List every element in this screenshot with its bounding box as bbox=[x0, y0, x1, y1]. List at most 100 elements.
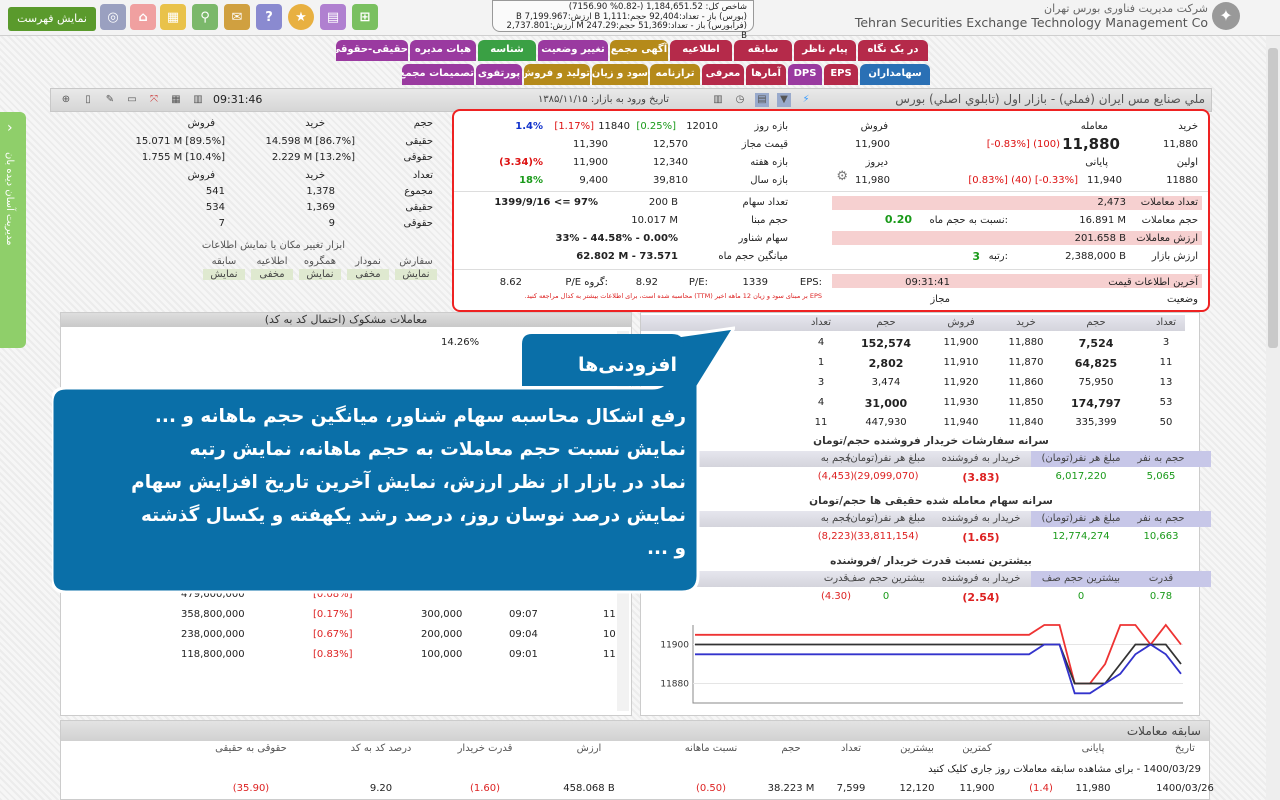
tab-5[interactable]: تغییر وضعیت bbox=[538, 40, 608, 61]
tool-label[interactable]: اطلاعیه bbox=[251, 256, 293, 267]
tool-toggle[interactable]: مخفی bbox=[251, 269, 293, 280]
callout-line: نمایش درصد نوسان روز، درصد رشد یکهفته و … bbox=[140, 505, 686, 526]
pe-label: P/E: bbox=[688, 277, 708, 288]
day-range-high: 11840 bbox=[598, 121, 630, 132]
tool-label[interactable]: سابقه bbox=[203, 256, 245, 267]
tab2-3[interactable]: آمارها bbox=[746, 64, 786, 85]
home-icon[interactable]: ⌂ bbox=[130, 4, 156, 30]
tool-label[interactable]: همگروه bbox=[299, 256, 341, 267]
tab2-1[interactable]: EPS bbox=[824, 64, 858, 85]
row-label: حقوقی bbox=[403, 218, 433, 229]
row-label: حقوقی bbox=[403, 152, 433, 163]
new-icon[interactable]: ★ bbox=[288, 4, 314, 30]
buyer_power-title: سرانه سفارشات خریدار فروشنده حجم/تومان bbox=[813, 435, 1049, 447]
tse-logo-icon: ✦ bbox=[1212, 2, 1240, 30]
tool-toggle[interactable]: نمایش bbox=[203, 269, 245, 280]
lightning-icon[interactable]: ⚡ bbox=[799, 93, 813, 107]
buyer_power-header-cell: حجم به bbox=[820, 453, 852, 464]
side-panel[interactable]: › مدیریت آسان دیده بان bbox=[0, 112, 26, 348]
brand-fa: شرکت مدیریت فناوری بورس تهران bbox=[1044, 2, 1208, 15]
trade-pct: [0.67%] bbox=[313, 629, 353, 640]
history-header: نسبت ماهانه bbox=[684, 743, 738, 754]
search-icon[interactable]: ⚲ bbox=[192, 4, 218, 30]
trade-history: سابقه معاملات تاریخ پایانی کمترین بیشترین تع… bbox=[60, 720, 1214, 800]
allowed-high: 11,390 bbox=[573, 139, 608, 150]
tab2-6[interactable]: سود و زیان bbox=[592, 64, 648, 85]
tab-6[interactable]: شناسه bbox=[478, 40, 536, 61]
settings-icon[interactable]: ⚙ bbox=[836, 169, 848, 184]
instrument-info-panel: خرید معامله فروش بازه روز 12010 [0.25%] … bbox=[452, 109, 1210, 312]
zoom-in-icon[interactable]: ⊕ bbox=[59, 93, 73, 107]
order-cell: 4 bbox=[817, 397, 825, 408]
real_per-value: (1.65) bbox=[962, 531, 1000, 544]
tab2-2[interactable]: DPS bbox=[788, 64, 822, 85]
chevron-right-icon[interactable]: › bbox=[7, 120, 13, 136]
allowed-label: قیمت مجاز bbox=[741, 139, 788, 150]
table-icon[interactable]: ▦ bbox=[169, 93, 183, 107]
trade-qty: 200,000 bbox=[421, 629, 463, 640]
tab-7[interactable]: هیات مدیره bbox=[410, 40, 476, 61]
history-icon[interactable]: ◷ bbox=[733, 93, 747, 107]
tab2-0[interactable]: سهامداران bbox=[860, 64, 930, 85]
tab-8[interactable]: حقیقی-حقوقی bbox=[336, 40, 408, 61]
callout-body: رفع اشکال محاسبه سهام شناور، میانگین حجم… bbox=[66, 400, 686, 565]
brand-en: Tehran Securities Exchange Technology Ma… bbox=[854, 15, 1208, 30]
tab-3[interactable]: اطلاعیه bbox=[670, 40, 732, 61]
trade-value: 118,800,000 bbox=[181, 649, 245, 660]
trade-time: 09:07 bbox=[509, 609, 538, 620]
rank: 3 bbox=[972, 250, 980, 263]
buyer-seller-table: حجم خرید فروش حقیقی 14.598 M [86.7%] 15.071 M… bbox=[60, 116, 445, 312]
monitor-icon[interactable]: ▤ bbox=[755, 93, 769, 107]
document-icon[interactable]: ▯ bbox=[81, 93, 95, 107]
bar-chart-icon[interactable]: ▥ bbox=[711, 93, 725, 107]
tab2-4[interactable]: معرفی bbox=[702, 64, 744, 85]
tab2-5[interactable]: ترازنامه bbox=[650, 64, 700, 85]
order-cell: 50 bbox=[1159, 417, 1173, 428]
year-high: 9,400 bbox=[579, 175, 608, 186]
chart-off-icon[interactable]: ⤧ bbox=[147, 93, 161, 107]
week-low: 12,340 bbox=[653, 157, 688, 168]
chat-icon[interactable]: ✉ bbox=[224, 4, 250, 30]
tab-4[interactable]: آگهی مجمع bbox=[610, 40, 668, 61]
scrollbar-thumb[interactable] bbox=[1268, 48, 1278, 348]
print-icon[interactable]: ▭ bbox=[125, 93, 139, 107]
tab2-8[interactable]: پورتفوی bbox=[476, 64, 522, 85]
bar-chart-icon[interactable]: ▥ bbox=[191, 93, 205, 107]
tab-2[interactable]: سابقه bbox=[734, 40, 792, 61]
tool-toggle[interactable]: نمایش bbox=[299, 269, 341, 280]
shield-icon[interactable]: ▼ bbox=[777, 93, 791, 107]
market-summary: شاخص کل: 1,184,651.52 (-0.82% 7156.90) (… bbox=[492, 0, 754, 40]
status-label: وضعیت bbox=[1167, 294, 1198, 305]
tab2-9[interactable]: تصمیمات مجمع bbox=[402, 64, 474, 85]
tab-0[interactable]: در یک نگاه bbox=[858, 40, 928, 61]
header-cell: تعداد bbox=[810, 317, 832, 328]
group-pe-label: P/E گروه: bbox=[565, 277, 608, 288]
sell-count: 7 bbox=[218, 218, 225, 229]
trades-count-label: تعداد معاملات bbox=[1140, 197, 1198, 208]
tool-toggle[interactable]: نمایش bbox=[395, 269, 437, 280]
tool-label[interactable]: نمودار bbox=[347, 256, 389, 267]
show-list-button[interactable]: نمایش فهرست bbox=[8, 7, 96, 31]
tab-1[interactable]: پیام ناظر bbox=[794, 40, 856, 61]
order-cell: 11,940 bbox=[943, 417, 979, 428]
volume-ratio-label: نسبت به حجم ماه: bbox=[929, 215, 1008, 226]
tool-toggle[interactable]: مخفی bbox=[347, 269, 389, 280]
map-icon[interactable]: ◎ bbox=[100, 4, 126, 30]
buy-price: 11,880 bbox=[1163, 139, 1198, 150]
tools-title: ابزار تغییر مکان یا نمایش اطلاعات bbox=[201, 240, 345, 251]
edit-icon[interactable]: ✎ bbox=[103, 93, 117, 107]
page-scrollbar[interactable] bbox=[1266, 36, 1280, 800]
divider bbox=[454, 191, 1208, 192]
max_power-value: 0 bbox=[1077, 591, 1085, 602]
eps-note: EPS بر مبنای سود و زیان 12 ماهه اخیر (TT… bbox=[524, 292, 823, 300]
monitor-icon[interactable]: ▤ bbox=[320, 4, 346, 30]
header-cell: تعداد bbox=[1155, 317, 1177, 328]
row-label: حقیقی bbox=[405, 136, 433, 147]
tab2-7[interactable]: تولید و فروش bbox=[524, 64, 590, 85]
series-line-1 bbox=[695, 643, 1182, 685]
tool-label[interactable]: سفارش bbox=[395, 256, 437, 267]
history-note[interactable]: 1400/03/29 - برای مشاهده سابقه معاملات ر… bbox=[928, 764, 1201, 775]
help-icon[interactable]: ? bbox=[256, 4, 282, 30]
calculator-icon[interactable]: ▦ bbox=[160, 4, 186, 30]
grid-icon[interactable]: ⊞ bbox=[352, 4, 378, 30]
